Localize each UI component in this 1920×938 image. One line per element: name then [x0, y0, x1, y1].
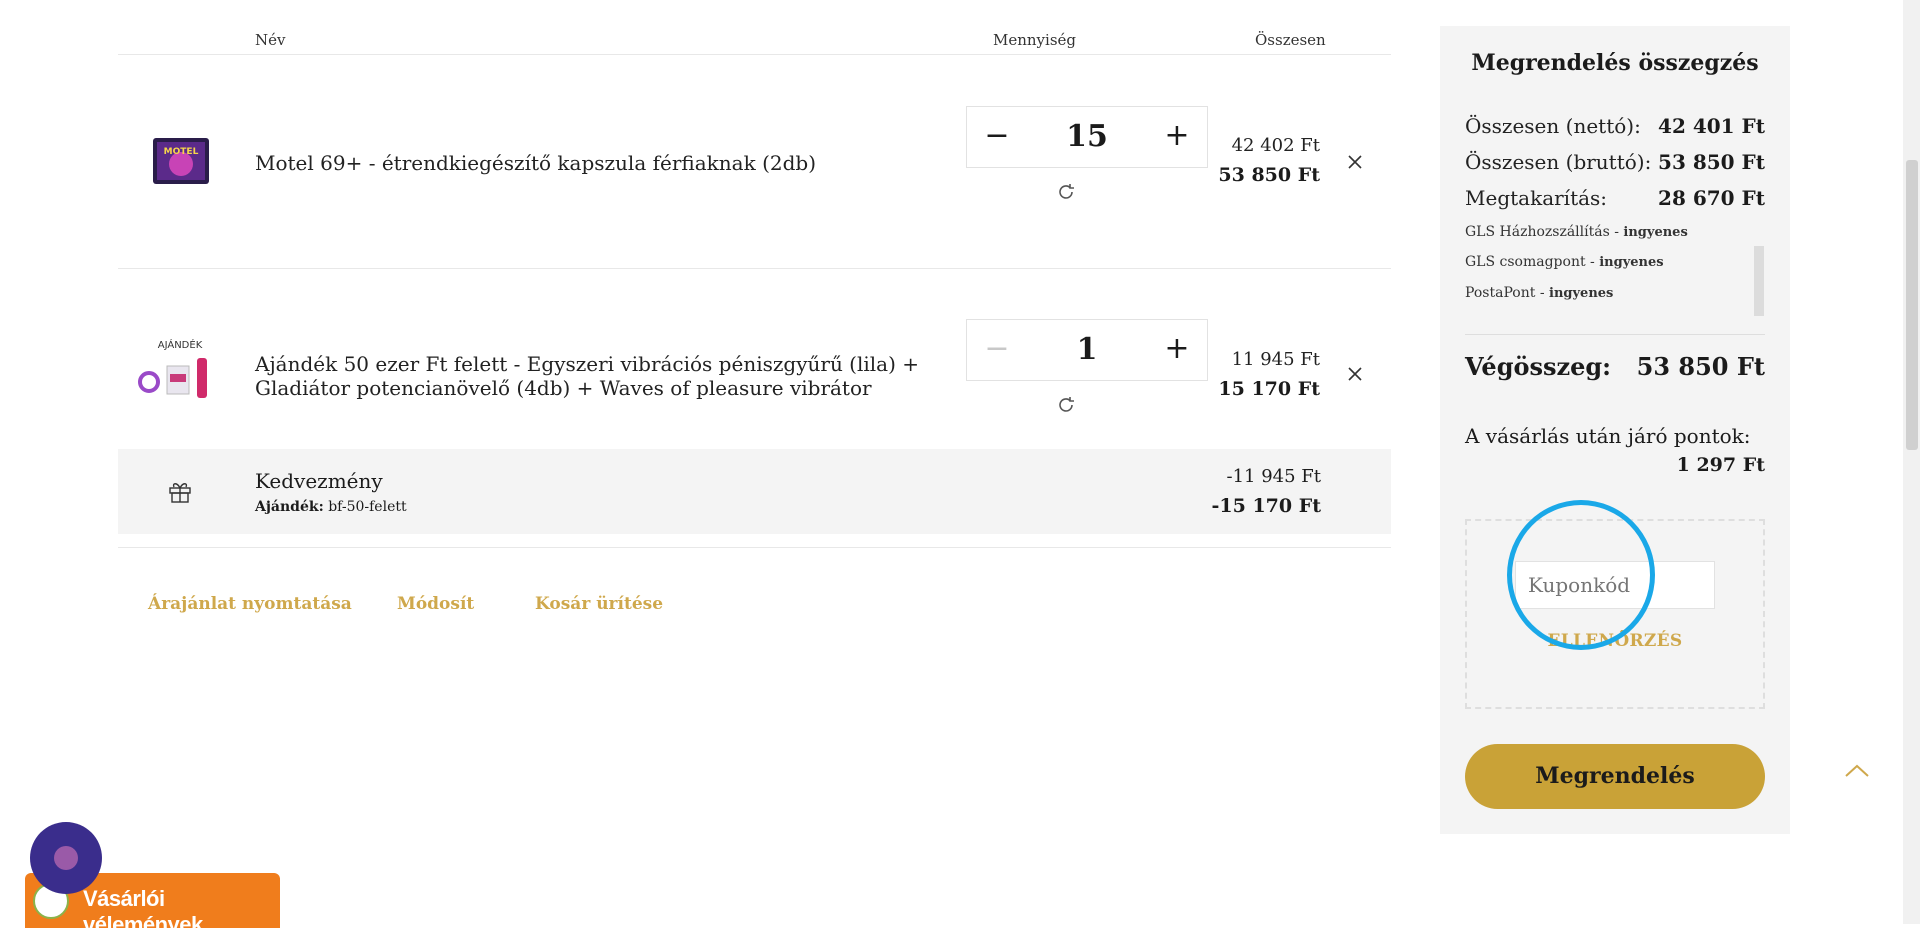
discount-title: Kedvezmény	[255, 469, 383, 493]
summary-divider	[1465, 334, 1765, 335]
gross-total-label: Összesen (bruttó):	[1465, 150, 1652, 174]
quantity-value[interactable]: 15	[1027, 107, 1147, 167]
discount-gross: -15 170 Ft	[1211, 495, 1321, 517]
column-header-quantity: Mennyiség	[993, 31, 1077, 49]
product-name-line2: Gladiátor potencianövelő (4db) + Waves o…	[255, 376, 872, 400]
shipping-price: ingyenes	[1623, 225, 1688, 240]
chat-launcher-button[interactable]	[30, 822, 102, 894]
quantity-value[interactable]: 1	[1027, 320, 1147, 380]
net-total-label: Összesen (nettó):	[1465, 114, 1641, 138]
column-header-total: Összesen	[1255, 31, 1326, 49]
decrease-button[interactable]: −	[967, 107, 1027, 167]
increase-button[interactable]: +	[1147, 107, 1207, 167]
print-quote-link[interactable]: Árajánlat nyomtatása	[148, 594, 352, 614]
chat-icon	[54, 846, 78, 870]
shipping-list: GLS Házhozszállítás - ingyenes GLS csoma…	[1440, 220, 1790, 316]
quantity-stepper: − 15 +	[966, 106, 1208, 168]
net-price: 42 402 Ft	[1231, 135, 1320, 156]
summary-title: Megrendelés összegzés	[1471, 50, 1759, 76]
product-thumbnail[interactable]: MOTEL	[135, 118, 225, 208]
product-name-line1: Ajándék 50 ezer Ft felett - Egyszeri vib…	[255, 352, 920, 376]
net-price: 11 945 Ft	[1231, 349, 1320, 370]
reviews-label: Vásárlói vélemények	[83, 886, 203, 937]
shipping-name: PostaPont	[1465, 285, 1536, 301]
gift-icon	[169, 483, 191, 503]
page-scrollbar[interactable]	[1903, 0, 1920, 924]
grand-total-value: 53 850 Ft	[1636, 352, 1765, 381]
net-total-value: 42 401 Ft	[1658, 114, 1765, 138]
thumb-brand: MOTEL	[164, 147, 199, 157]
chevron-up-icon[interactable]	[1842, 758, 1872, 782]
thumb-label: AJÁNDÉK	[158, 338, 203, 351]
product-name[interactable]: Motel 69+ - étrendkiegészítő kapszula fé…	[255, 151, 816, 175]
table-bottom-divider	[118, 547, 1391, 548]
shipping-price: ingyenes	[1549, 286, 1614, 301]
gross-price: 53 850 Ft	[1218, 164, 1320, 186]
row-divider	[118, 268, 1391, 269]
order-summary-panel: Megrendelés összegzés Összesen (nettó): …	[1440, 26, 1790, 834]
column-header-name: Név	[255, 31, 286, 49]
savings-value: 28 670 Ft	[1658, 186, 1765, 210]
scrollbar-thumb[interactable]	[1906, 160, 1918, 450]
refresh-icon[interactable]	[1055, 394, 1077, 416]
discount-code: bf-50-felett	[328, 499, 407, 515]
shipping-scrollbar[interactable]	[1754, 246, 1764, 316]
shipping-name: GLS Házhozszállítás	[1465, 224, 1610, 240]
savings-label: Megtakarítás:	[1465, 186, 1608, 210]
gross-price: 15 170 Ft	[1218, 378, 1320, 400]
discount-label: Ajándék:	[255, 499, 324, 515]
focus-highlight-circle	[1507, 500, 1655, 650]
remove-item-icon[interactable]	[1343, 150, 1367, 174]
product-thumbnail[interactable]: AJÁNDÉK	[135, 330, 225, 420]
discount-detail: Ajándék: bf-50-felett	[255, 499, 407, 515]
quantity-stepper: − 1 +	[966, 319, 1208, 381]
header-divider	[118, 54, 1391, 55]
empty-cart-link[interactable]: Kosár ürítése	[535, 594, 663, 614]
discount-row: Kedvezmény Ajándék: bf-50-felett -11 945…	[118, 449, 1391, 534]
grand-total-label: Végösszeg:	[1465, 352, 1612, 381]
increase-button[interactable]: +	[1147, 320, 1207, 380]
shipping-price: ingyenes	[1599, 255, 1664, 270]
modify-link[interactable]: Módosít	[397, 594, 474, 614]
decrease-button[interactable]: −	[967, 320, 1027, 380]
shipping-option: PostaPont - ingyenes	[1465, 285, 1614, 301]
points-label: A vásárlás után járó pontok:	[1465, 424, 1751, 448]
points-value: 1 297 Ft	[1676, 454, 1765, 476]
refresh-icon[interactable]	[1055, 181, 1077, 203]
shipping-option: GLS Házhozszállítás - ingyenes	[1465, 224, 1688, 240]
shipping-option: GLS csomagpont - ingyenes	[1465, 254, 1664, 270]
product-name[interactable]: Ajándék 50 ezer Ft felett - Egyszeri vib…	[255, 352, 919, 400]
remove-item-icon[interactable]	[1343, 362, 1367, 386]
place-order-button[interactable]: Megrendelés	[1465, 744, 1765, 809]
discount-net: -11 945 Ft	[1226, 466, 1321, 487]
shipping-name: GLS csomagpont	[1465, 254, 1586, 270]
gross-total-value: 53 850 Ft	[1658, 150, 1765, 174]
